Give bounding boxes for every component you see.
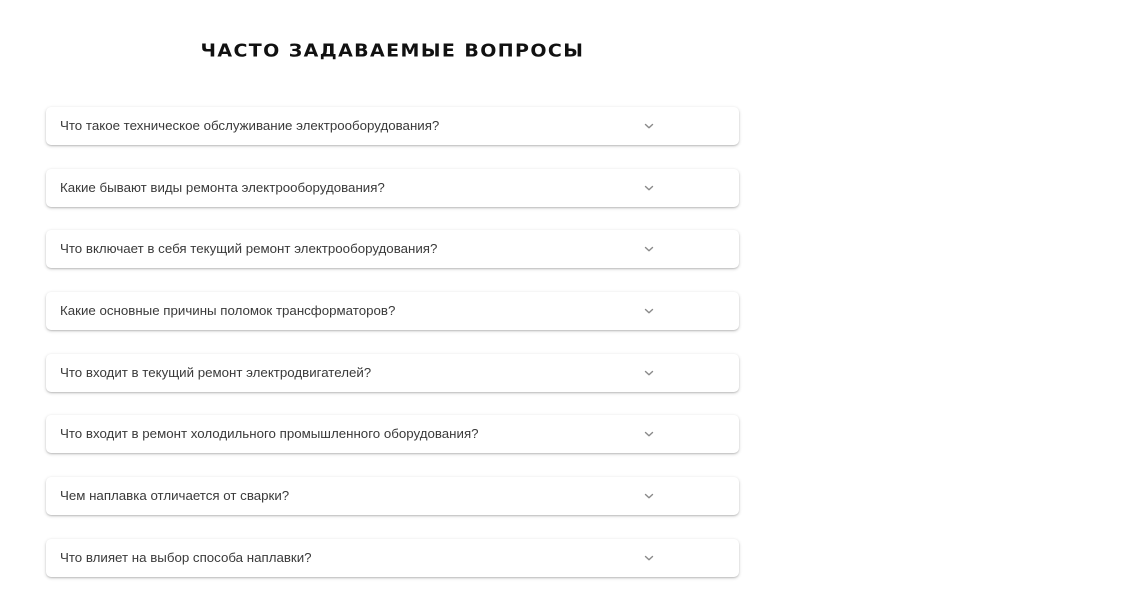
faq-item-2[interactable]: Какие бывают виды ремонта электрооборудо… bbox=[46, 168, 739, 207]
faq-item-8[interactable]: Что влияет на выбор способа наплавки? bbox=[46, 538, 739, 577]
faq-question: Что такое техническое обслуживание элект… bbox=[60, 118, 440, 133]
faq-question: Что входит в текущий ремонт электродвига… bbox=[60, 364, 372, 380]
faq-question: Что включает в себя текущий ремонт элект… bbox=[60, 241, 438, 257]
chevron-down-icon[interactable] bbox=[642, 366, 656, 380]
faq-title: ЧАСТО ЗАДАВАЕМЫЕ ВОПРОСЫ bbox=[200, 40, 585, 62]
chevron-down-icon[interactable] bbox=[642, 242, 656, 256]
faq-item-4[interactable]: Какие основные причины поломок трансформ… bbox=[46, 292, 739, 331]
chevron-down-icon[interactable] bbox=[642, 489, 656, 503]
faq-item-3[interactable]: Что включает в себя текущий ремонт элект… bbox=[46, 230, 739, 269]
faq-item-5[interactable]: Что входит в текущий ремонт электродвига… bbox=[46, 353, 739, 392]
faq-item-6[interactable]: Что входит в ремонт холодильного промышл… bbox=[46, 415, 739, 454]
chevron-down-icon[interactable] bbox=[642, 304, 656, 318]
faq-question: Какие основные причины поломок трансформ… bbox=[60, 303, 396, 319]
chevron-down-icon[interactable] bbox=[642, 551, 656, 565]
faq-question: Что входит в ремонт холодильного промышл… bbox=[60, 426, 479, 442]
faq-list: Что такое техническое обслуживание элект… bbox=[46, 107, 739, 601]
faq-item-7[interactable]: Чем наплавка отличается от сварки? bbox=[46, 477, 739, 516]
chevron-down-icon[interactable] bbox=[642, 427, 656, 441]
faq-item-1[interactable]: Что такое техническое обслуживание элект… bbox=[46, 107, 739, 145]
faq-question: Какие бывают виды ремонта электрооборудо… bbox=[60, 179, 385, 195]
faq-section: ЧАСТО ЗАДАВАЕМЫЕ ВОПРОСЫ Что такое техни… bbox=[0, 0, 1122, 604]
chevron-down-icon[interactable] bbox=[642, 181, 656, 195]
faq-question: Чем наплавка отличается от сварки? bbox=[60, 488, 290, 504]
chevron-down-icon[interactable] bbox=[642, 119, 656, 133]
faq-question: Что влияет на выбор способа наплавки? bbox=[60, 549, 312, 565]
